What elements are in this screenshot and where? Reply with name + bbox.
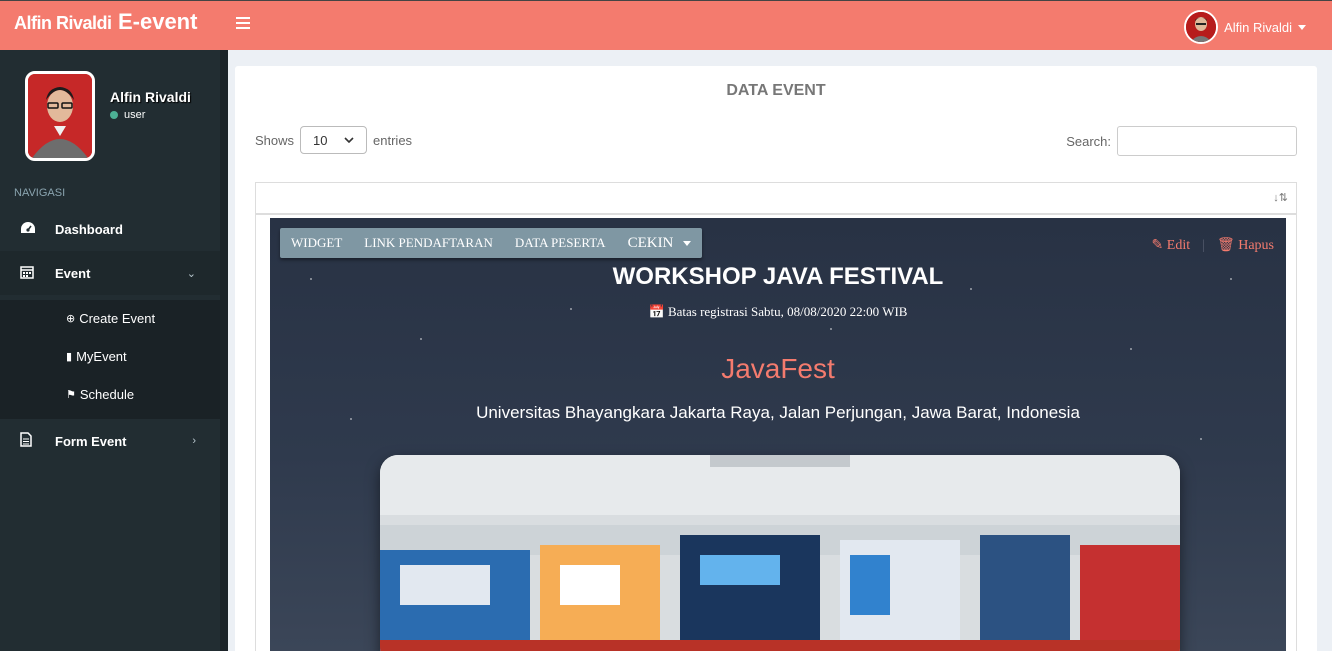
sidebar-subitem-label: Create Event: [79, 311, 156, 326]
profile-name: Alfin Rivaldi: [110, 89, 191, 105]
top-navbar: Alfin Rivaldi E-event Alfin Rivaldi: [0, 0, 1332, 50]
profile-status: user: [110, 109, 145, 121]
page-title: DATA EVENT: [726, 82, 826, 99]
bookmark-icon: ⚑: [66, 389, 76, 401]
sidebar-item-form-event[interactable]: Form Event ›: [0, 419, 220, 463]
sidebar-item-event[interactable]: Event ⌄: [0, 251, 220, 295]
event-location: Universitas Bhayangkara Jakarta Raya, Ja…: [476, 403, 1080, 422]
calendar-icon: 📅: [648, 304, 665, 319]
chevron-down-icon: [344, 137, 354, 143]
cekin-label: CEKIN: [627, 234, 674, 251]
delete-label: Hapus: [1238, 238, 1274, 253]
online-status-icon: [110, 111, 118, 119]
chevron-right-icon: ›: [192, 435, 196, 447]
trash-icon: 🗑: [1216, 238, 1235, 253]
edit-button[interactable]: ✎ Edit: [1152, 237, 1191, 254]
event-action-nav: WIDGET LINK PENDAFTARAN DATA PESERTA CEK…: [280, 228, 703, 258]
sidebar-subitem-label: Schedule: [79, 387, 135, 402]
entries-label: entries: [373, 132, 413, 148]
entries-select[interactable]: 10: [300, 126, 368, 154]
profile-role: user: [124, 109, 146, 121]
brand-name: Alfin Rivaldi: [14, 13, 112, 33]
hamburger-menu-icon[interactable]: [236, 17, 250, 31]
user-name: Alfin Rivaldi: [1224, 19, 1292, 35]
sidebar-item-label: Dashboard: [55, 221, 123, 237]
event-title: WORKSHOP JAVA FESTIVAL: [612, 263, 944, 290]
delete-button[interactable]: 🗑 Hapus: [1217, 237, 1274, 254]
search-input[interactable]: [1117, 126, 1297, 156]
sidebar-subitem-label: MyEvent: [76, 349, 127, 364]
data-peserta-link[interactable]: DATA PESERTA: [504, 235, 617, 251]
sidebar-subitem-myevent[interactable]: ▮ MyEvent: [66, 349, 127, 364]
event-name: JavaFest: [721, 353, 835, 384]
edit-icon: ✎: [1151, 238, 1164, 253]
profile-avatar: [25, 71, 95, 161]
sort-icon[interactable]: ↓⇅: [1273, 191, 1288, 204]
search-control: Search:: [1066, 126, 1297, 156]
event-actions: ✎ Edit | 🗑 Hapus: [1152, 237, 1274, 254]
event-card: WIDGET LINK PENDAFTARAN DATA PESERTA CEK…: [270, 218, 1286, 651]
caret-down-icon: [683, 240, 692, 246]
brand-suffix: E-event: [117, 9, 198, 34]
sidebar-item-label: Event: [55, 265, 91, 281]
entries-value: 10: [313, 132, 328, 148]
avatar: [1184, 10, 1219, 44]
actions-divider: |: [1202, 237, 1205, 253]
chevron-down-icon: ⌄: [186, 267, 196, 280]
deadline-text: Batas registrasi Sabtu, 08/08/2020 22:00…: [667, 304, 908, 319]
user-menu-dropdown[interactable]: Alfin Rivaldi: [1184, 10, 1306, 44]
cekin-dropdown[interactable]: CEKIN: [617, 235, 703, 252]
nav-header: NAVIGASI: [14, 187, 66, 199]
entries-length-control: Shows 10 entries: [255, 126, 412, 154]
sidebar-item-label: Form Event: [55, 433, 127, 449]
brand-logo[interactable]: Alfin Rivaldi E-event: [14, 9, 197, 35]
widget-link[interactable]: WIDGET: [280, 235, 353, 251]
file-icon: [20, 432, 36, 450]
table-header: ↓⇅: [255, 182, 1297, 214]
plus-circle-icon: ⊕: [66, 313, 76, 325]
sidebar-subitem-schedule[interactable]: ⚑ Schedule: [66, 387, 134, 402]
event-deadline: 📅 Batas registrasi Sabtu, 08/08/2020 22:…: [270, 304, 1286, 320]
sidebar: Alfin Rivaldi user NAVIGASI Dashboard Ev…: [0, 50, 228, 651]
event-banner-image: [380, 455, 1180, 651]
shows-label: Shows: [255, 132, 295, 148]
link-pendaftaran-link[interactable]: LINK PENDAFTARAN: [353, 235, 504, 251]
edit-label: Edit: [1166, 238, 1191, 253]
calendar-icon: [20, 265, 36, 282]
sidebar-divider: [220, 50, 228, 651]
sidebar-subitem-create-event[interactable]: ⊕ Create Event: [66, 311, 155, 326]
search-label: Search:: [1066, 133, 1111, 149]
sidebar-item-dashboard[interactable]: Dashboard: [0, 207, 220, 251]
dashboard-icon: [20, 221, 36, 238]
caret-down-icon: [1298, 24, 1306, 30]
book-icon: ▮: [66, 351, 73, 363]
